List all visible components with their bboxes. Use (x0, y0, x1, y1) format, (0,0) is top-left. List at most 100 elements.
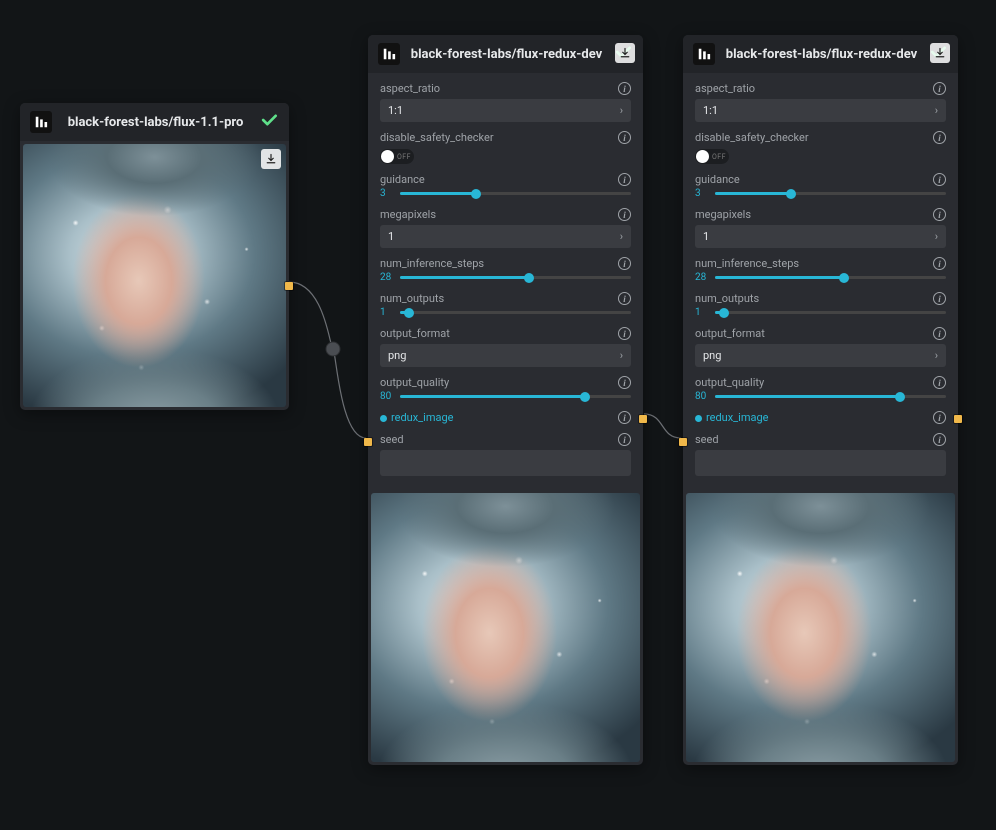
generated-image[interactable] (23, 144, 286, 407)
input-handle-redux-image[interactable] (679, 438, 687, 446)
replicate-logo-icon (378, 43, 400, 65)
node-params: aspect_ratioi 1:1› disable_safety_checke… (683, 73, 958, 486)
node-flux-redux-b[interactable]: black-forest-labs/flux-redux-dev aspect_… (683, 35, 958, 765)
node-flux-redux-a[interactable]: black-forest-labs/flux-redux-dev aspect_… (368, 35, 643, 765)
param-output-format: output_formati png› (368, 324, 643, 373)
outputs-slider[interactable]: 1 (695, 307, 946, 318)
format-select[interactable]: png› (695, 344, 946, 367)
param-redux-image: redux_imagei (368, 408, 643, 430)
chevron-right-icon: › (935, 104, 938, 117)
info-icon[interactable]: i (618, 208, 631, 221)
param-num-inference-steps: num_inference_steps i 28 (683, 254, 958, 289)
aspect-ratio-select[interactable]: 1:1› (695, 99, 946, 122)
quality-slider[interactable]: 80 (380, 391, 631, 402)
param-label: aspect_ratio (380, 82, 440, 95)
param-label: seed (695, 433, 719, 446)
replicate-logo-icon (30, 111, 52, 133)
param-label: num_outputs (695, 292, 759, 305)
node-header[interactable]: black-forest-labs/flux-1.1-pro (20, 103, 289, 141)
info-icon[interactable]: i (933, 82, 946, 95)
megapixels-select[interactable]: 1› (695, 225, 946, 248)
param-redux-image: redux_imagei (683, 408, 958, 430)
aspect-ratio-select[interactable]: 1:1› (380, 99, 631, 122)
param-label: num_inference_steps (695, 257, 799, 270)
generated-image[interactable] (686, 493, 955, 762)
seed-input[interactable] (380, 450, 631, 476)
info-icon[interactable]: i (933, 433, 946, 446)
info-icon[interactable]: i (618, 376, 631, 389)
node-flux-pro[interactable]: black-forest-labs/flux-1.1-pro (20, 103, 289, 410)
node-output-image (683, 490, 958, 765)
safety-toggle[interactable]: OFF (380, 149, 631, 164)
format-select[interactable]: png› (380, 344, 631, 367)
param-num-outputs: num_outputs i 1 (683, 289, 958, 324)
info-icon[interactable]: i (933, 292, 946, 305)
param-label: output_quality (380, 376, 449, 389)
param-aspect-ratio: aspect_ratio i 1:1› (368, 79, 643, 128)
info-icon[interactable]: i (618, 327, 631, 340)
node-header[interactable]: black-forest-labs/flux-redux-dev (683, 35, 958, 73)
node-title: black-forest-labs/flux-1.1-pro (62, 115, 249, 130)
info-icon[interactable]: i (618, 257, 631, 270)
info-icon[interactable]: i (933, 411, 946, 424)
steps-slider[interactable]: 28 (695, 272, 946, 283)
param-guidance: guidancei 3 (368, 170, 643, 205)
seed-input[interactable] (695, 450, 946, 476)
node-title: black-forest-labs/flux-redux-dev (725, 47, 918, 62)
param-label: guidance (695, 173, 740, 186)
info-icon[interactable]: i (933, 257, 946, 270)
param-label: output_quality (695, 376, 764, 389)
info-icon[interactable]: i (618, 411, 631, 424)
param-label: megapixels (695, 208, 751, 221)
quality-slider[interactable]: 80 (695, 391, 946, 402)
safety-toggle[interactable]: OFF (695, 149, 946, 164)
param-label: disable_safety_checker (380, 131, 494, 144)
output-handle[interactable] (639, 415, 647, 423)
info-icon[interactable]: i (618, 82, 631, 95)
param-label: num_inference_steps (380, 257, 484, 270)
megapixels-select[interactable]: 1› (380, 225, 631, 248)
info-icon[interactable]: i (933, 208, 946, 221)
node-header[interactable]: black-forest-labs/flux-redux-dev (368, 35, 643, 73)
param-num-outputs: num_outputs i 1 (368, 289, 643, 324)
param-guidance: guidance i 3 (683, 170, 958, 205)
chevron-right-icon: › (935, 349, 938, 362)
node-params: aspect_ratioi 1:1› disable_safety_checke… (368, 73, 643, 486)
param-output-format: output_formati png› (683, 324, 958, 373)
output-handle[interactable] (285, 282, 293, 290)
input-handle-redux-image[interactable] (364, 438, 372, 446)
chevron-right-icon: › (935, 230, 938, 243)
info-icon[interactable]: i (933, 376, 946, 389)
param-seed: seed i (683, 430, 958, 482)
info-icon[interactable]: i (618, 131, 631, 144)
info-icon[interactable]: i (933, 131, 946, 144)
steps-slider[interactable]: 28 (380, 272, 631, 283)
info-icon[interactable]: i (618, 173, 631, 186)
guidance-slider[interactable]: 3 (695, 188, 946, 199)
inlet-dot-icon (380, 415, 387, 422)
guidance-slider[interactable]: 3 (380, 188, 631, 199)
param-seed: seed i (368, 430, 643, 482)
param-label: megapixels (380, 208, 436, 221)
chevron-right-icon: › (620, 349, 623, 362)
node-output-image (368, 490, 643, 765)
param-label: num_outputs (380, 292, 444, 305)
output-handle[interactable] (954, 415, 962, 423)
generated-image[interactable] (371, 493, 640, 762)
info-icon[interactable]: i (933, 173, 946, 186)
check-icon (259, 110, 279, 134)
param-label: aspect_ratio (695, 82, 755, 95)
info-icon[interactable]: i (618, 292, 631, 305)
download-button[interactable] (261, 149, 281, 169)
node-title: black-forest-labs/flux-redux-dev (410, 47, 603, 62)
info-icon[interactable]: i (933, 327, 946, 340)
param-megapixels: megapixels i 1› (368, 205, 643, 254)
download-button[interactable] (615, 43, 635, 63)
param-label: seed (380, 433, 404, 446)
param-disable-safety: disable_safety_checker i OFF (368, 128, 643, 170)
chevron-right-icon: › (620, 230, 623, 243)
info-icon[interactable]: i (618, 433, 631, 446)
outputs-slider[interactable]: 1 (380, 307, 631, 318)
download-button[interactable] (930, 43, 950, 63)
param-aspect-ratio: aspect_ratio i 1:1› (683, 79, 958, 128)
